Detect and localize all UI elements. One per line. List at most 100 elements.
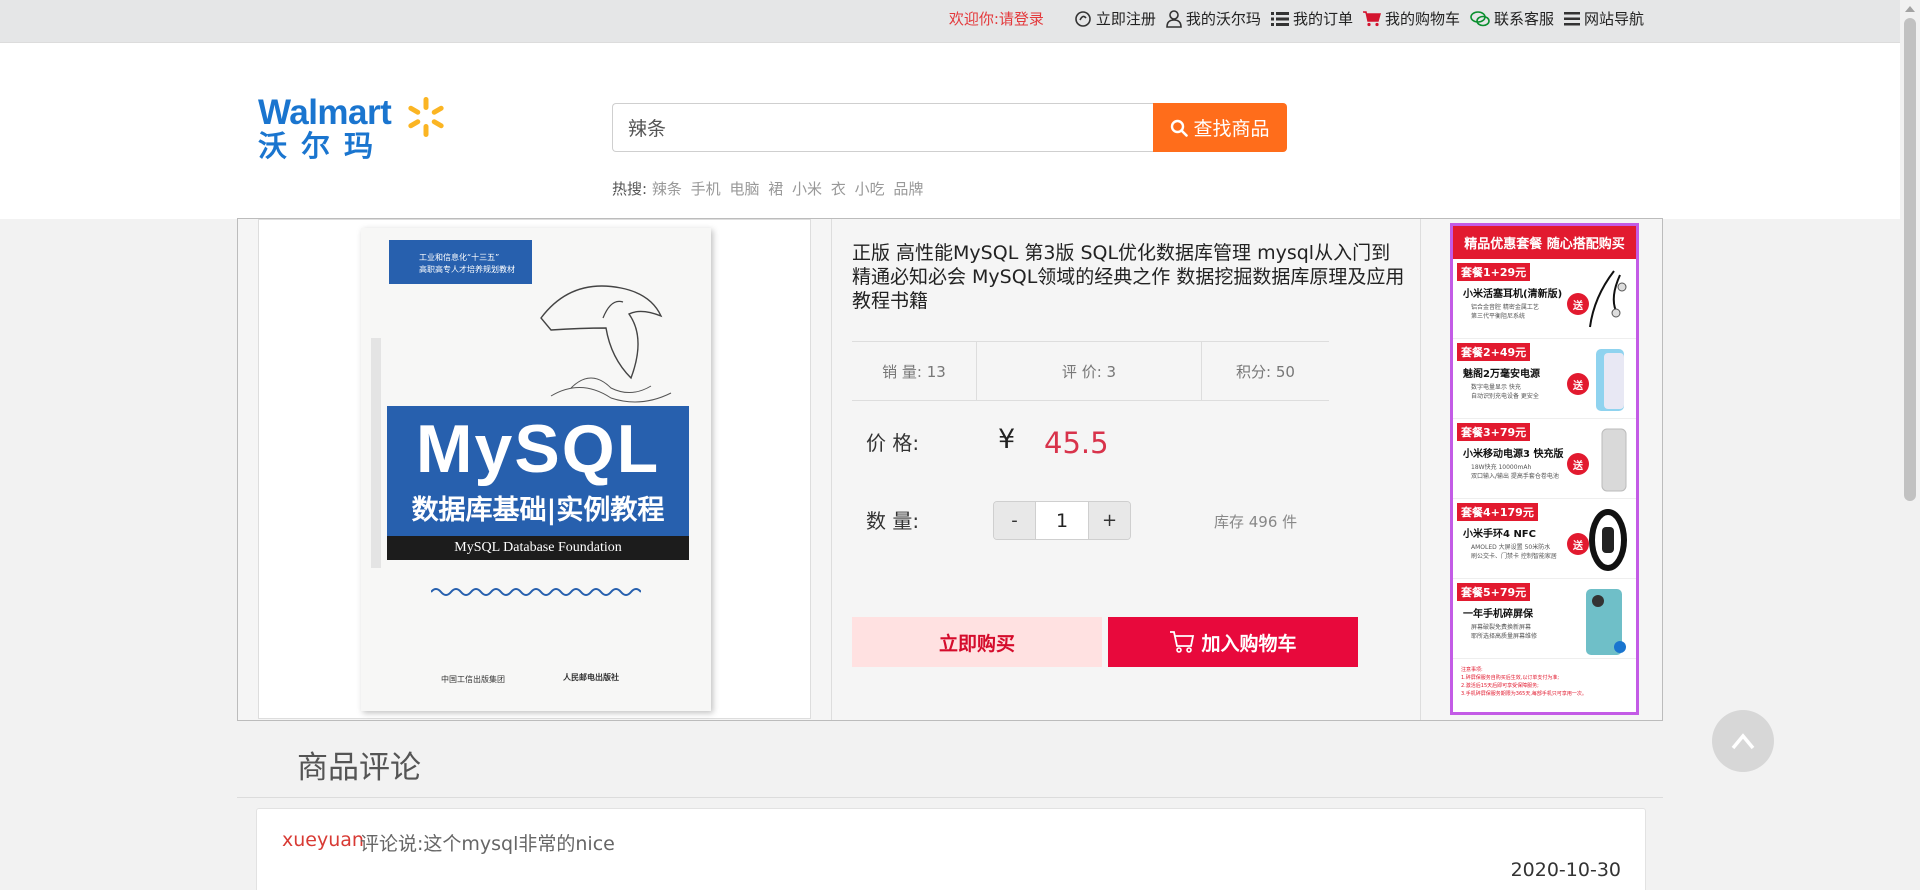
promo-desc-line: 18W快充 10000mAh: [1471, 464, 1532, 471]
hot-search-label: 热搜:: [612, 180, 648, 198]
hot-keyword[interactable]: 小米: [792, 180, 822, 198]
promo-desc: 18W快充 10000mAh 双口输入/输出 提高手套仓卷电池: [1471, 463, 1559, 481]
scroll-up-arrow[interactable]: [1905, 6, 1915, 12]
promo-banner[interactable]: 精品优惠套餐 随心搭配购买 套餐1+29元 小米活塞耳机(清新版) 铝合金音腔 …: [1450, 223, 1639, 715]
power-bank-icon: [1601, 428, 1627, 492]
promo-desc: 数字电量显示 快充 自动识别充电设备 更安全: [1471, 383, 1539, 401]
promo-desc-line: 刷公交卡、门禁卡 控制智能家居: [1471, 553, 1557, 560]
promo-note: 1.碎屏保服务自购买后生效,以订单支付为准;: [1461, 675, 1560, 681]
promo-item[interactable]: 套餐4+179元 小米手环4 NFC AMOLED 大屏设置 50米防水 刷公交卡…: [1453, 499, 1636, 579]
review-count: 评 价: 3: [977, 342, 1202, 400]
welcome-text: 欢迎你:请登录: [949, 8, 1044, 29]
top-links: 欢迎你:请登录 立即注册 我的沃尔玛 我的订单 我的购物车 联系客服 网站导航: [949, 8, 1644, 29]
quantity-label: 数 量:: [866, 509, 920, 533]
product-info: 正版 高性能MySQL 第3版 SQL优化数据库管理 mysql从入门到精通必知…: [831, 219, 1421, 720]
gift-badge: 送: [1567, 373, 1589, 395]
earphones-icon: [1589, 270, 1627, 328]
promo-desc-line: AMOLED 大屏设置 50米防水: [1471, 544, 1551, 551]
header: Walmart 沃尔玛 查找商品 热搜: 辣条 手机 电脑 裙 小米 衣 小吃: [0, 43, 1900, 219]
promo-desc-line: 屏幕破裂免费换新屏幕: [1471, 624, 1532, 631]
hot-keyword[interactable]: 辣条: [652, 180, 682, 198]
promo-item[interactable]: 套餐2+49元 魅阁2万毫安电源 数字电量显示 快充 自动识别充电设备 更安全 送: [1453, 339, 1636, 419]
promo-note: 3.手机碎屏保服务期限为365天,每部手机只可享用一次。: [1461, 691, 1587, 697]
my-walmart-link[interactable]: 我的沃尔玛: [1166, 8, 1261, 29]
hot-keyword[interactable]: 电脑: [729, 180, 759, 198]
add-to-cart-label: 加入购物车: [1201, 632, 1297, 655]
promo-item[interactable]: 套餐5+79元 一年手机碎屏保 屏幕破裂免费换新屏幕 耶所选择高质量屏幕维修: [1453, 579, 1636, 659]
promo-name: 小米手环4 NFC: [1463, 529, 1536, 540]
page-scrollbar[interactable]: [1900, 0, 1920, 890]
promo-note: 2.激活后15天后即可享受保障服务;: [1461, 683, 1539, 689]
search-input[interactable]: [612, 103, 1153, 152]
promo-item[interactable]: 套餐3+79元 小米移动电源3 快充版 18W快充 10000mAh 双口输入/输…: [1453, 419, 1636, 499]
cover-spine: [371, 338, 381, 568]
product-image[interactable]: 工业和信息化“十三五” 高职高专人才培养规划教材 MySQL 数据库基础|实例教…: [361, 228, 711, 711]
gift-badge: 送: [1567, 533, 1589, 555]
user-icon: [1166, 9, 1182, 28]
review-date: 2020-10-30: [1510, 859, 1621, 881]
quantity-input[interactable]: [1035, 502, 1089, 539]
price-value: 45.5: [1044, 426, 1109, 460]
site-nav-label: 网站导航: [1583, 10, 1644, 28]
promo-desc-line: 铝合金音腔 精密金属工艺: [1471, 304, 1539, 311]
power-bank-icon: [1596, 349, 1624, 411]
promo-item[interactable]: 套餐1+29元 小米活塞耳机(清新版) 铝合金音腔 精密金属工艺 第三代平衡阻尼系…: [1453, 259, 1636, 339]
buy-now-button[interactable]: 立即购买: [852, 617, 1102, 667]
promo-name: 魅阁2万毫安电源: [1463, 369, 1540, 380]
promo-desc: 铝合金音腔 精密金属工艺 第三代平衡阻尼系统: [1471, 303, 1539, 321]
gift-badge: 送: [1567, 453, 1589, 475]
review-user: xueyuan: [282, 829, 364, 851]
site-nav-link[interactable]: 网站导航: [1563, 8, 1644, 29]
hot-keyword[interactable]: 裙: [768, 180, 783, 198]
product-stats: 销 量: 13 评 价: 3 积分: 50: [852, 341, 1329, 401]
promo-name: 一年手机碎屏保: [1463, 609, 1533, 620]
customer-service-link[interactable]: 联系客服: [1470, 8, 1554, 29]
register-link[interactable]: 立即注册: [1074, 8, 1156, 29]
my-cart-link[interactable]: 我的购物车: [1362, 8, 1460, 29]
promo-header: 精品优惠套餐 随心搭配购买: [1453, 226, 1636, 259]
quantity-plus-button[interactable]: +: [1089, 502, 1130, 539]
scrollbar-thumb[interactable]: [1904, 18, 1916, 501]
hot-keyword[interactable]: 小吃: [855, 180, 885, 198]
promo-note-title: 注意事项:: [1461, 667, 1483, 673]
price-label: 价 格:: [866, 431, 920, 455]
promo-desc-line: 双口输入/输出 提高手套仓卷电池: [1471, 473, 1559, 480]
product-panel: 工业和信息化“十三五” 高职高专人才培养规划教材 MySQL 数据库基础|实例教…: [237, 218, 1663, 721]
product-image-box: 工业和信息化“十三五” 高职高专人才培养规划教材 MySQL 数据库基础|实例教…: [258, 219, 811, 719]
stock-count: 库存 496 件: [1214, 513, 1298, 531]
quantity-minus-button[interactable]: -: [994, 502, 1035, 539]
welcome-label: 欢迎你:: [948, 10, 999, 28]
promo-name: 小米移动电源3 快充版: [1463, 449, 1564, 460]
hot-keyword[interactable]: 衣: [831, 180, 846, 198]
login-link[interactable]: 请登录: [999, 10, 1044, 28]
hot-search: 热搜: 辣条 手机 电脑 裙 小米 衣 小吃 品牌: [612, 178, 927, 199]
hot-keyword[interactable]: 手机: [691, 180, 721, 198]
search-icon: [1171, 119, 1189, 137]
walmart-logo[interactable]: Walmart 沃尔玛: [258, 95, 448, 175]
hot-keyword[interactable]: 品牌: [893, 180, 923, 198]
review-item: xueyuan 评论说:这个mysql非常的nice 2020-10-30: [256, 808, 1646, 890]
reviews-title: 商品评论: [297, 750, 421, 786]
phone-icon: [1586, 589, 1626, 655]
search-bar: 查找商品: [612, 103, 1287, 152]
menu-icon: [1563, 11, 1580, 25]
my-orders-link[interactable]: 我的订单: [1270, 8, 1353, 29]
currency-symbol: ¥: [998, 424, 1016, 455]
register-icon: [1075, 10, 1091, 27]
my-walmart-label: 我的沃尔玛: [1185, 10, 1261, 28]
cart-icon: [1170, 631, 1195, 653]
chevron-up-icon: [1731, 733, 1755, 750]
search-button[interactable]: 查找商品: [1153, 103, 1287, 152]
promo-tag: 套餐5+79元: [1457, 583, 1531, 601]
quantity-stepper: - +: [993, 501, 1131, 540]
reviews-divider: [237, 797, 1663, 798]
back-to-top-button[interactable]: [1712, 710, 1774, 772]
promo-desc-line: 数字电量显示 快充: [1471, 384, 1521, 391]
add-to-cart-button[interactable]: 加入购物车: [1108, 617, 1358, 667]
promo-tag: 套餐2+49元: [1457, 343, 1531, 361]
points: 积分: 50: [1236, 362, 1295, 381]
cover-publisher1: 中国工信出版集团: [441, 675, 505, 684]
promo-tag: 套餐4+179元: [1457, 503, 1538, 521]
promo-desc: AMOLED 大屏设置 50米防水 刷公交卡、门禁卡 控制智能家居: [1471, 543, 1557, 561]
chat-icon: [1470, 10, 1490, 26]
